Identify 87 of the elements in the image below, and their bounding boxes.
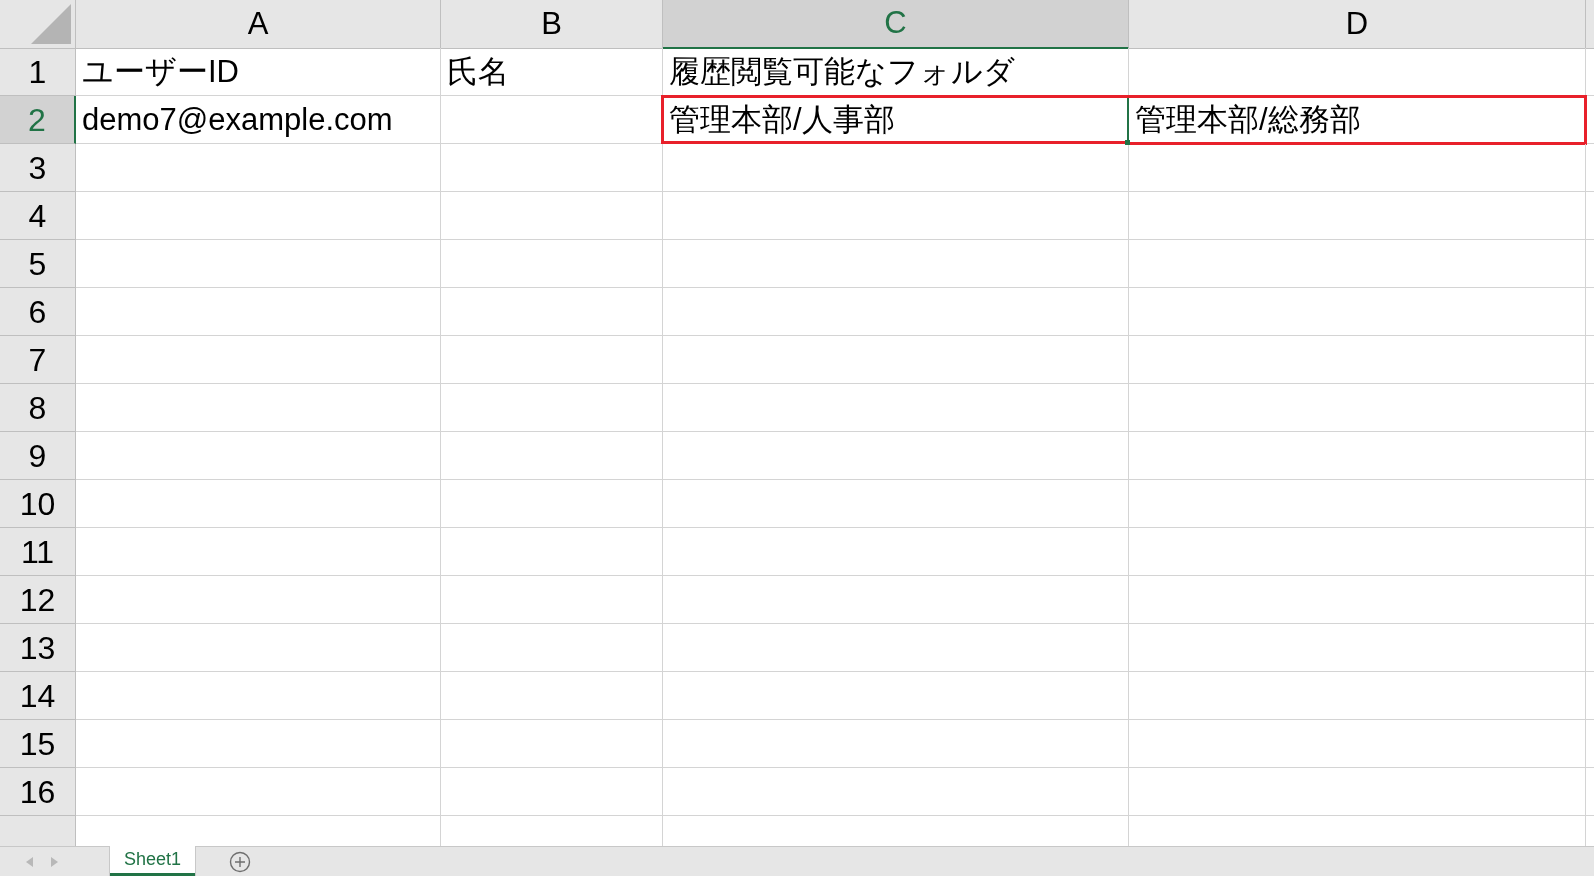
grid-cell[interactable] <box>76 384 441 432</box>
grid-cell[interactable] <box>1129 768 1586 816</box>
row-header[interactable]: 4 <box>0 192 76 240</box>
grid-cell[interactable] <box>663 624 1129 672</box>
row-header[interactable]: 14 <box>0 672 76 720</box>
grid-cell[interactable] <box>663 432 1129 480</box>
grid-cell[interactable] <box>441 672 663 720</box>
grid-cell[interactable] <box>663 480 1129 528</box>
grid-cell[interactable] <box>663 144 1129 192</box>
grid-cell[interactable] <box>1129 576 1586 624</box>
grid-cell[interactable] <box>441 768 663 816</box>
grid-cell[interactable] <box>663 672 1129 720</box>
grid-cell[interactable] <box>76 288 441 336</box>
grid-cell[interactable] <box>1129 240 1586 288</box>
row-header[interactable]: 10 <box>0 480 76 528</box>
grid-cell[interactable] <box>663 288 1129 336</box>
grid-cell[interactable]: 管理本部/総務部 <box>1129 96 1586 144</box>
grid-cell[interactable] <box>76 768 441 816</box>
grid-cell[interactable] <box>76 480 441 528</box>
column-header[interactable]: C <box>663 0 1129 49</box>
grid-cell[interactable] <box>441 336 663 384</box>
row-header[interactable]: 5 <box>0 240 76 288</box>
grid-cell[interactable] <box>1129 336 1586 384</box>
grid-cell[interactable] <box>441 144 663 192</box>
grid-cell[interactable] <box>441 432 663 480</box>
grid-cell[interactable] <box>441 240 663 288</box>
grid-cell[interactable] <box>1129 624 1586 672</box>
grid-cell[interactable]: 管理本部/人事部 <box>663 96 1129 144</box>
grid-cell[interactable] <box>76 576 441 624</box>
grid-cell[interactable] <box>663 576 1129 624</box>
grid-cell[interactable] <box>663 336 1129 384</box>
row-header[interactable]: 3 <box>0 144 76 192</box>
grid-cell[interactable] <box>76 624 441 672</box>
grid-cell[interactable] <box>441 720 663 768</box>
grid-cell[interactable] <box>663 384 1129 432</box>
grid-cell[interactable] <box>663 240 1129 288</box>
grid-cell[interactable]: 履歴閲覧可能なフォルダ <box>663 48 1129 96</box>
fill-handle[interactable] <box>1125 140 1130 145</box>
grid-cell[interactable] <box>76 720 441 768</box>
grid-cell[interactable] <box>1129 480 1586 528</box>
grid-cell[interactable] <box>1129 384 1586 432</box>
column-header[interactable]: D <box>1129 0 1586 49</box>
grid-cell[interactable] <box>441 576 663 624</box>
grid-cell[interactable]: 氏名 <box>441 48 663 96</box>
grid-cell[interactable] <box>76 432 441 480</box>
grid-cell[interactable] <box>441 192 663 240</box>
grid-cell[interactable] <box>1129 192 1586 240</box>
grid-cell[interactable] <box>441 624 663 672</box>
grid-cell[interactable] <box>1129 432 1586 480</box>
grid-cell[interactable] <box>1129 720 1586 768</box>
grid-cell[interactable] <box>663 192 1129 240</box>
row-header[interactable]: 13 <box>0 624 76 672</box>
grid-cell[interactable] <box>76 240 441 288</box>
column-header[interactable]: A <box>76 0 441 49</box>
grid-cell[interactable] <box>441 480 663 528</box>
row-header[interactable]: 6 <box>0 288 76 336</box>
row-header[interactable]: 11 <box>0 528 76 576</box>
row-header[interactable]: 7 <box>0 336 76 384</box>
grid-cell[interactable] <box>1129 144 1586 192</box>
grid-cell[interactable] <box>76 528 441 576</box>
row-header[interactable]: 8 <box>0 384 76 432</box>
sheet-tab[interactable]: Sheet1 <box>110 846 196 876</box>
row-header[interactable]: 12 <box>0 576 76 624</box>
row-header[interactable]: 16 <box>0 768 76 816</box>
select-all-triangle-icon[interactable] <box>31 3 71 44</box>
row-header[interactable]: 9 <box>0 432 76 480</box>
grid-cell[interactable] <box>663 528 1129 576</box>
grid-cell[interactable] <box>441 288 663 336</box>
grid-cell[interactable] <box>76 672 441 720</box>
grid-cell[interactable] <box>76 192 441 240</box>
grid-cell[interactable] <box>76 144 441 192</box>
grid-cell[interactable] <box>1129 672 1586 720</box>
grid-cell[interactable] <box>663 768 1129 816</box>
scroll-right-icon[interactable] <box>51 856 58 867</box>
grid-cell[interactable] <box>441 528 663 576</box>
row-header[interactable]: 15 <box>0 720 76 768</box>
grid-cell[interactable] <box>1129 288 1586 336</box>
grid-cell[interactable] <box>76 336 441 384</box>
add-sheet-icon[interactable] <box>229 850 252 873</box>
grid-cell[interactable] <box>1129 528 1586 576</box>
grid-cell[interactable] <box>441 384 663 432</box>
grid-cell[interactable]: demo7@example.com <box>76 96 441 144</box>
scroll-left-icon[interactable] <box>26 856 33 867</box>
row-header[interactable]: 2 <box>0 96 76 144</box>
row-header[interactable]: 1 <box>0 48 76 96</box>
grid-cell[interactable] <box>663 720 1129 768</box>
grid-cell[interactable]: ユーザーID <box>76 48 441 96</box>
